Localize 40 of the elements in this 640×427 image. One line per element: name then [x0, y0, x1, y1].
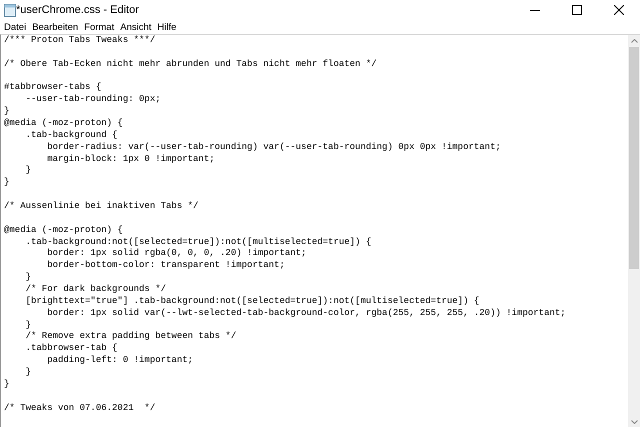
code-line: }	[24, 165, 32, 178]
maximize-icon	[572, 5, 582, 15]
code-line: border-bottom-color: transparent !important;	[46, 260, 286, 272]
code-line: .tabbrowser-tab {	[24, 343, 118, 356]
code-line: border: 1px solid rgba(0, 0, 0, .20) !important;	[46, 248, 308, 260]
code-line: @media (-moz-proton) {	[4, 118, 124, 130]
code-line: }	[4, 177, 10, 190]
scroll-up-icon[interactable]	[630, 38, 638, 42]
code-line: /* Obere Tab-Ecken nicht mehr abrunden und Tabs nicht mehr floaten */	[4, 58, 378, 71]
code-line: }	[24, 320, 32, 332]
vertical-scrollbar[interactable]	[628, 35, 640, 427]
code-line: border-radius: var(--user-tab-rounding) var(--user-tab-rounding) 0px 0px !important;	[46, 142, 502, 154]
code-line: /* Aussenlinie bei inaktiven Tabs */	[4, 201, 200, 213]
code-line: margin-block: 1px 0 !important;	[46, 154, 216, 166]
menu-item[interactable]: Datei	[3, 22, 28, 32]
close-icon	[614, 5, 624, 15]
code-line: padding-left: 0 !important;	[46, 355, 194, 368]
code-line: /* For dark backgrounds */	[24, 284, 168, 296]
menu-item[interactable]: Bearbeiten	[31, 22, 80, 32]
code-line: /* Remove extra padding between tabs */	[24, 331, 238, 344]
window-title: *userChrome.css - Editor	[16, 4, 140, 16]
code-line: --user-tab-rounding: 0px;	[24, 94, 162, 106]
code-line: border: 1px solid var(--lwt-selected-tab-background-color, rgba(255, 255, 255, .20)) !important;	[46, 308, 567, 320]
code-line: #tabbrowser-tabs {	[4, 82, 102, 94]
menu-item[interactable]: Format	[83, 22, 116, 32]
scroll-down-icon[interactable]	[630, 420, 638, 424]
code-line: @media (-moz-proton) {	[4, 224, 124, 237]
code-line: .tab-background {	[24, 130, 118, 142]
scrollbar-thumb[interactable]	[629, 47, 639, 269]
code-line: }	[4, 106, 10, 118]
code-line: }	[4, 378, 10, 391]
menu-item[interactable]: Ansicht	[119, 22, 152, 32]
code-line: }	[24, 272, 32, 284]
document-icon	[4, 4, 16, 16]
code-line: [brighttext="true"] .tab-background:not([selected=true]):not([multiselected=true]) {	[24, 296, 480, 308]
menu-item[interactable]: Hilfe	[156, 22, 178, 32]
code-line: /* Tweaks von 07.06.2021 */	[4, 402, 156, 414]
code-line: .tab-background:not([selected=true]):not([multiselected=true]) {	[24, 236, 372, 248]
code-line: }	[24, 367, 32, 379]
code-line: /*** Proton Tabs Tweaks ***/	[4, 35, 156, 47]
